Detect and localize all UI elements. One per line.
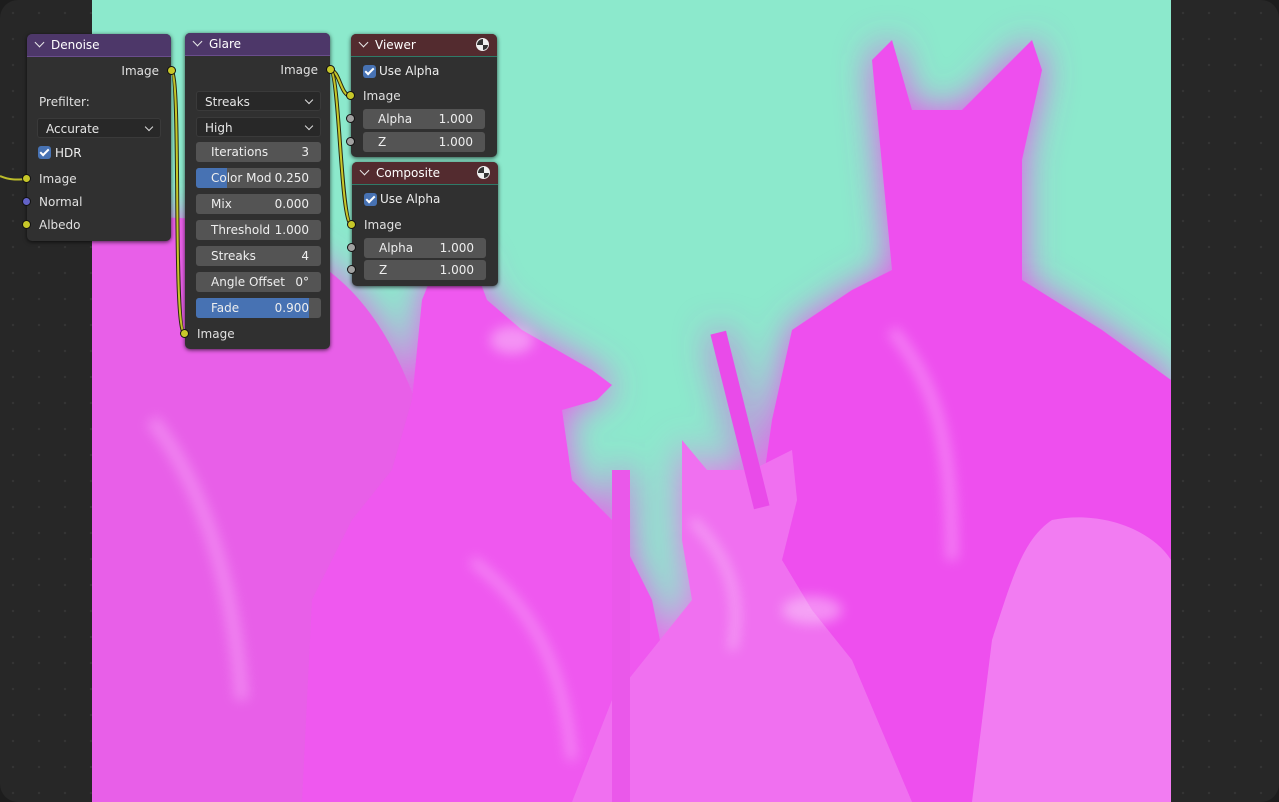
output-image-socket[interactable] bbox=[167, 66, 176, 75]
backdrop-toggle-icon[interactable] bbox=[477, 166, 490, 179]
z-field[interactable]: Z 1.000 bbox=[363, 132, 485, 152]
denoise-node-header[interactable]: Denoise bbox=[27, 34, 171, 57]
mix-slider[interactable]: Mix 0.000 bbox=[196, 194, 321, 214]
alpha-label: Alpha bbox=[378, 112, 413, 126]
input-image-label: Image bbox=[197, 327, 235, 341]
input-alpha-socket[interactable] bbox=[346, 114, 355, 123]
glare-type-dropdown[interactable]: Streaks bbox=[196, 91, 321, 111]
collapse-chevron-icon[interactable] bbox=[34, 37, 45, 48]
streaks-value: 4 bbox=[301, 249, 309, 263]
input-image-row: Image bbox=[27, 169, 171, 189]
output-socket-row: Image bbox=[185, 60, 330, 80]
use-alpha-checkbox[interactable] bbox=[363, 65, 376, 78]
input-image-label: Image bbox=[39, 172, 77, 186]
denoise-node[interactable]: Denoise Image Prefilter: Accurate HDR Im… bbox=[22, 34, 176, 241]
mix-value: 0.000 bbox=[274, 197, 309, 211]
glare-node-title: Glare bbox=[209, 37, 242, 51]
input-z-socket[interactable] bbox=[346, 137, 355, 146]
input-normal-label: Normal bbox=[39, 195, 83, 209]
input-z-socket[interactable] bbox=[347, 265, 356, 274]
composite-node-title: Composite bbox=[376, 166, 441, 180]
streaks-label: Streaks bbox=[211, 249, 256, 263]
output-image-label: Image bbox=[280, 63, 318, 77]
input-alpha-socket[interactable] bbox=[347, 243, 356, 252]
fade-value: 0.900 bbox=[274, 301, 309, 315]
input-albedo-row: Albedo bbox=[27, 215, 171, 235]
iterations-field[interactable]: Iterations 3 bbox=[196, 142, 321, 162]
streaks-field[interactable]: Streaks 4 bbox=[196, 246, 321, 266]
use-alpha-checkbox[interactable] bbox=[364, 193, 377, 206]
color-mod-slider[interactable]: Color Mod 0.250 bbox=[196, 168, 321, 188]
z-label: Z bbox=[379, 263, 388, 277]
dropdown-chevron-icon bbox=[144, 122, 154, 132]
collapse-chevron-icon[interactable] bbox=[192, 36, 203, 47]
glare-type-value: Streaks bbox=[205, 95, 250, 109]
quality-dropdown[interactable]: High bbox=[196, 117, 321, 137]
glare-node[interactable]: Glare Image Streaks High Iterations 3 Co… bbox=[180, 33, 335, 349]
alpha-value: 1.000 bbox=[438, 112, 473, 126]
denoise-node-title: Denoise bbox=[51, 38, 100, 52]
viewer-node-title: Viewer bbox=[375, 38, 416, 52]
alpha-field[interactable]: Alpha 1.000 bbox=[363, 109, 485, 129]
node-editor[interactable]: Denoise Image Prefilter: Accurate HDR Im… bbox=[0, 0, 1279, 802]
hdr-checkbox[interactable] bbox=[38, 146, 51, 159]
iterations-label: Iterations bbox=[211, 145, 269, 159]
color-mod-label: Color Mod bbox=[211, 171, 272, 185]
input-image-label: Image bbox=[363, 89, 401, 103]
fade-label: Fade bbox=[211, 301, 240, 315]
quality-value: High bbox=[205, 121, 233, 135]
use-alpha-label: Use Alpha bbox=[380, 192, 441, 206]
color-mod-value: 0.250 bbox=[274, 171, 309, 185]
iterations-value: 3 bbox=[301, 145, 309, 159]
alpha-value: 1.000 bbox=[439, 241, 474, 255]
collapse-chevron-icon[interactable] bbox=[358, 37, 369, 48]
prefilter-value: Accurate bbox=[46, 122, 100, 136]
prefilter-dropdown[interactable]: Accurate bbox=[37, 118, 161, 138]
dropdown-chevron-icon bbox=[304, 121, 314, 131]
input-normal-row: Normal bbox=[27, 192, 171, 212]
threshold-value: 1.000 bbox=[274, 223, 309, 237]
alpha-field[interactable]: Alpha 1.000 bbox=[364, 238, 486, 258]
threshold-label: Threshold bbox=[211, 223, 271, 237]
input-image-label: Image bbox=[364, 218, 402, 232]
prefilter-row: Prefilter: bbox=[27, 92, 171, 112]
input-albedo-label: Albedo bbox=[39, 218, 81, 232]
output-image-socket[interactable] bbox=[326, 65, 335, 74]
angle-offset-value: 0° bbox=[295, 275, 309, 289]
threshold-field[interactable]: Threshold 1.000 bbox=[196, 220, 321, 240]
angle-offset-label: Angle Offset bbox=[211, 275, 286, 289]
collapse-chevron-icon[interactable] bbox=[359, 165, 370, 176]
composite-node-header[interactable]: Composite bbox=[352, 162, 498, 185]
viewer-node[interactable]: Viewer Use Alpha Image Alpha 1.000 Z 1.0… bbox=[346, 34, 497, 157]
hdr-label: HDR bbox=[55, 146, 82, 160]
prefilter-label: Prefilter: bbox=[39, 95, 90, 109]
use-alpha-label: Use Alpha bbox=[379, 64, 440, 78]
z-field[interactable]: Z 1.000 bbox=[364, 260, 486, 280]
dropdown-chevron-icon bbox=[304, 95, 314, 105]
input-image-row: Image bbox=[351, 86, 497, 106]
glare-node-header[interactable]: Glare bbox=[185, 33, 330, 56]
z-value: 1.000 bbox=[438, 135, 473, 149]
input-image-row: Image bbox=[185, 324, 330, 344]
composite-node[interactable]: Composite Use Alpha Image Alpha 1.000 Z … bbox=[347, 162, 498, 286]
output-image-label: Image bbox=[121, 64, 159, 78]
alpha-label: Alpha bbox=[379, 241, 414, 255]
backdrop-toggle-icon[interactable] bbox=[476, 38, 489, 51]
viewer-node-header[interactable]: Viewer bbox=[351, 34, 497, 57]
output-socket-row: Image bbox=[27, 61, 171, 81]
z-label: Z bbox=[378, 135, 387, 149]
input-image-row: Image bbox=[352, 215, 498, 235]
z-value: 1.000 bbox=[439, 263, 474, 277]
angle-offset-field[interactable]: Angle Offset 0° bbox=[196, 272, 321, 292]
mix-label: Mix bbox=[211, 197, 232, 211]
fade-slider[interactable]: Fade 0.900 bbox=[196, 298, 321, 318]
